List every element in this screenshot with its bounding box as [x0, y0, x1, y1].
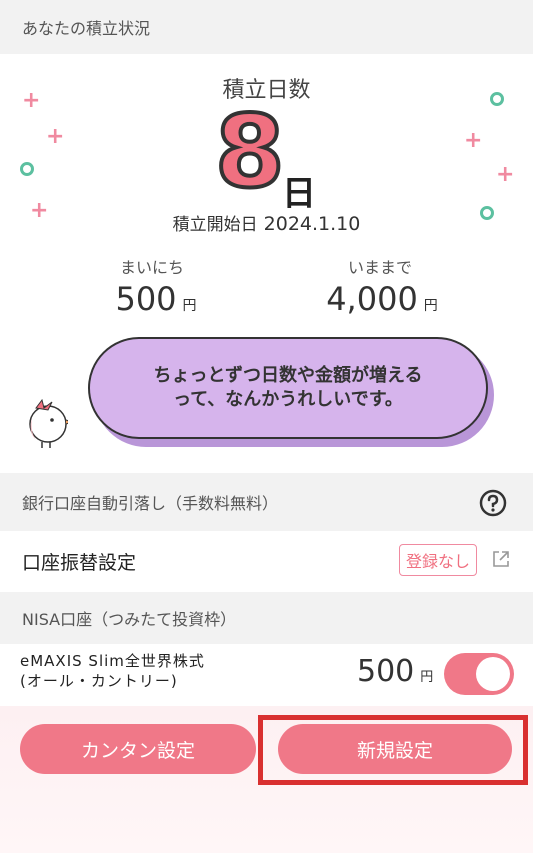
section-header-bank: 銀行口座自動引落し（手数料無料） — [0, 473, 533, 531]
start-date-label: 積立開始日 — [172, 215, 258, 235]
daily-yen: 円 — [182, 298, 197, 314]
section-title-nisa: NISA口座（つみたて投資枠） — [22, 610, 237, 629]
section-title-status: あなたの積立状況 — [22, 19, 151, 38]
new-setup-button[interactable]: 新規設定 — [278, 724, 512, 774]
fund-name: eMAXIS Slim全世界株式 (オール・カントリー) — [20, 652, 205, 691]
section-header-nisa: NISA口座（つみたて投資枠） — [0, 592, 533, 644]
days-unit: 日 — [282, 174, 316, 214]
help-icon[interactable] — [479, 489, 507, 517]
total-label: いままで — [347, 258, 412, 277]
circle-decoration — [20, 162, 34, 176]
fund-row: eMAXIS Slim全世界株式 (オール・カントリー) 500 円 — [0, 644, 533, 706]
fund-name-line-2: (オール・カントリー) — [20, 671, 178, 690]
plus-decoration: + — [496, 162, 515, 187]
total-amount: 4,000 円 — [282, 280, 482, 318]
fund-toggle[interactable] — [444, 653, 514, 695]
fund-amount: 500 円 — [357, 654, 433, 689]
fund-name-line-1: eMAXIS Slim全世界株式 — [20, 652, 205, 670]
fund-amount-yen: 円 — [420, 670, 434, 685]
plus-decoration: + — [464, 128, 483, 153]
section-header-status: あなたの積立状況 — [0, 0, 533, 54]
status-badge: 登録なし — [398, 544, 477, 576]
bubble-line-2: って、なんかうれしいです。 — [173, 389, 403, 410]
total-yen: 円 — [423, 298, 438, 314]
easy-setup-button[interactable]: カンタン設定 — [20, 724, 256, 774]
external-link-icon[interactable] — [491, 549, 511, 569]
bird-mascot-icon — [29, 398, 68, 448]
speech-bubble: ちょっとずつ日数や金額が増える って、なんかうれしいです。 — [88, 337, 496, 449]
days-count: 8 — [213, 93, 287, 210]
daily-value: 500 — [115, 280, 177, 318]
start-date: 積立開始日 2024.1.10 — [0, 210, 533, 235]
bubble-message: ちょっとずつ日数や金額が増える って、なんかうれしいです。 — [88, 337, 488, 439]
section-title-bank: 銀行口座自動引落し（手数料無料） — [22, 494, 279, 513]
account-transfer-label: 口座振替設定 — [22, 552, 137, 574]
start-date-value: 2024.1.10 — [263, 213, 361, 235]
plus-decoration: + — [46, 124, 65, 149]
total-value: 4,000 — [326, 280, 418, 318]
daily-amount: 500 円 — [56, 280, 256, 318]
action-footer: カンタン設定 新規設定 — [0, 706, 533, 853]
bubble-line-1: ちょっとずつ日数や金額が増える — [153, 364, 423, 386]
fund-amount-value: 500 — [357, 654, 415, 689]
account-transfer-setting-row[interactable]: 口座振替設定 登録なし — [0, 531, 533, 592]
daily-label: まいにち — [119, 258, 184, 277]
toggle-knob — [476, 657, 510, 691]
savings-status-card: + + + + + 積立日数 8 日 積立開始日 2024.1.10 まいにち 5… — [0, 54, 533, 473]
